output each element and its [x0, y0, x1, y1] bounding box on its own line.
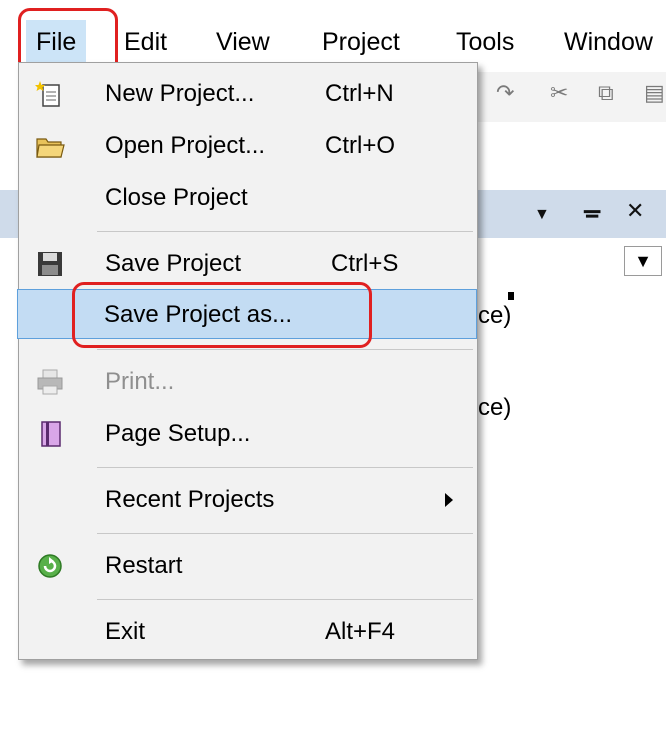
menu-item-label: Print...	[105, 368, 175, 395]
open-folder-icon	[35, 131, 65, 161]
menu-item-shortcut: Ctrl+O	[325, 132, 396, 159]
menu-file[interactable]: File	[26, 20, 87, 64]
menu-item-close-project[interactable]: Close Project	[21, 173, 475, 223]
panel-menu-icon[interactable]: ▼	[534, 206, 550, 224]
menu-separator	[97, 467, 473, 468]
menu-window[interactable]: Window	[554, 20, 663, 64]
restart-icon	[35, 551, 65, 581]
redo-icon[interactable]: ↷	[496, 80, 514, 106]
menu-item-shortcut: Alt+F4	[325, 618, 396, 645]
copy-icon[interactable]: ⧉	[598, 80, 614, 106]
cursor-mark	[508, 292, 514, 300]
new-project-icon	[35, 79, 65, 109]
menu-project[interactable]: Project	[312, 20, 410, 64]
menu-item-exit[interactable]: Exit Alt+F4	[21, 607, 475, 657]
pin-icon[interactable]: ᚚ	[584, 198, 600, 224]
menu-item-shortcut: Ctrl+N	[325, 80, 394, 107]
menu-separator	[97, 231, 473, 232]
submenu-arrow-icon	[445, 493, 453, 507]
menu-separator	[97, 349, 473, 350]
menu-item-label: Exit	[105, 618, 146, 645]
menu-item-label: Save Project	[105, 250, 242, 277]
menu-item-label: Page Setup...	[105, 420, 251, 447]
menu-separator	[97, 533, 473, 534]
cut-icon[interactable]: ✂	[550, 80, 568, 106]
menu-item-page-setup[interactable]: Page Setup...	[21, 409, 475, 459]
menu-item-shortcut: Ctrl+S	[331, 250, 399, 277]
menu-item-open-project[interactable]: Open Project... Ctrl+O	[21, 121, 475, 171]
menu-tools[interactable]: Tools	[446, 20, 524, 64]
panel-text: ce)	[478, 302, 512, 329]
menu-item-print[interactable]: Print...	[21, 357, 475, 407]
menu-item-save-project[interactable]: Save Project Ctrl+S	[21, 239, 475, 289]
menu-item-label: Recent Projects	[105, 486, 275, 513]
menu-item-label: Save Project as...	[104, 301, 293, 328]
menu-item-restart[interactable]: Restart	[21, 541, 475, 591]
menu-item-save-project-as[interactable]: Save Project as...	[17, 289, 477, 339]
menu-view[interactable]: View	[206, 20, 280, 64]
close-icon[interactable]: ✕	[626, 198, 644, 224]
menu-separator	[97, 599, 473, 600]
panel-text: ce)	[478, 394, 512, 421]
printer-icon	[35, 367, 65, 397]
menu-item-label: Restart	[105, 552, 183, 579]
menu-item-new-project[interactable]: New Project... Ctrl+N	[21, 69, 475, 119]
menu-item-label: Open Project...	[105, 132, 266, 159]
menu-item-recent-projects[interactable]: Recent Projects	[21, 475, 475, 525]
file-menu: New Project... Ctrl+N Open Project... Ct…	[17, 62, 478, 660]
menu-item-label: New Project...	[105, 80, 255, 107]
paste-icon[interactable]: ▤	[644, 80, 665, 106]
panel-dropdown[interactable]: ▼	[624, 246, 662, 276]
page-setup-icon	[35, 419, 65, 449]
menu-edit[interactable]: Edit	[114, 20, 177, 64]
save-disk-icon	[35, 249, 65, 279]
menu-item-label: Close Project	[105, 184, 248, 211]
